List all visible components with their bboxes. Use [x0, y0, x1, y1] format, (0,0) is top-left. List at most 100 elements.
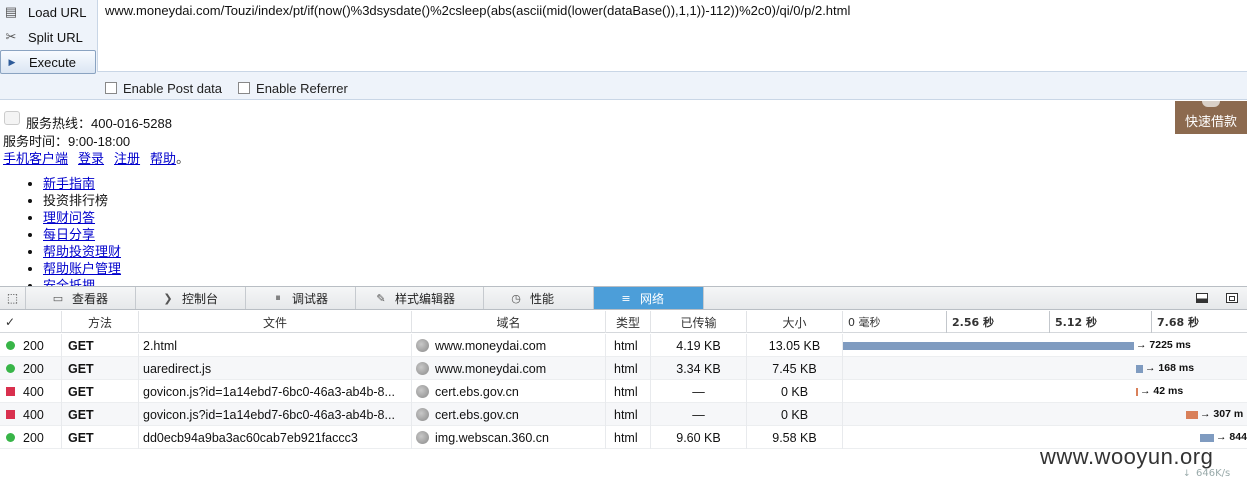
- status-error-icon: [6, 387, 15, 396]
- header-status[interactable]: ✓: [0, 311, 62, 333]
- enable-post-checkbox[interactable]: Enable Post data: [105, 81, 222, 96]
- console-icon: ❯: [163, 291, 173, 305]
- table-row[interactable]: 200 GET uaredirect.js www.moneydai.com html 3…: [0, 357, 1247, 380]
- tab-label: 样式编辑器: [395, 291, 456, 306]
- status-error-icon: [6, 410, 15, 419]
- web-page-content: 服务热线：400-016-5288 服务时间：9:00-18:00 手机客户端登…: [0, 101, 1247, 286]
- table-row[interactable]: 400 GET govicon.js?id=1a14ebd7-6bc0-46a3-a…: [0, 403, 1247, 426]
- timeline-tick-line: [1049, 311, 1050, 333]
- header-size[interactable]: 大小: [747, 311, 843, 333]
- mobile-client-link[interactable]: 手机客户端: [3, 151, 68, 166]
- timeline-cell: → 42 ms: [843, 380, 1247, 403]
- file-cell: dd0ecb94a9ba3ac60cab7eb921faccc3: [139, 426, 412, 449]
- table-row[interactable]: 400 GET govicon.js?id=1a14ebd7-6bc0-46a3-a…: [0, 380, 1247, 403]
- timing-label: → 168 ms: [1145, 362, 1195, 374]
- tab-label: 调试器: [292, 291, 329, 306]
- execute-button[interactable]: ▶ Execute: [0, 50, 96, 74]
- menu-link-daily-share[interactable]: 每日分享: [43, 227, 95, 242]
- header-timeline[interactable]: 0 毫秒 2.56 秒 5.12 秒 7.68 秒: [843, 311, 1247, 333]
- network-speed: 646K/s: [1196, 468, 1231, 479]
- login-link[interactable]: 登录: [78, 151, 104, 166]
- help-link[interactable]: 帮助: [150, 151, 176, 166]
- menu-item[interactable]: 新手指南: [43, 175, 121, 192]
- tab-inspector[interactable]: ▭ 查看器: [26, 287, 136, 309]
- menu-item[interactable]: 每日分享: [43, 226, 121, 243]
- timing-bar: [843, 342, 1134, 350]
- style-editor-icon: ✎: [376, 291, 386, 305]
- url-textarea[interactable]: www.moneydai.com/Touzi/index/pt/if(now()…: [97, 0, 1247, 72]
- method-cell: GET: [62, 334, 139, 357]
- post-checkbox-box[interactable]: [105, 82, 117, 94]
- timeline-tick-2: 5.12 秒: [1055, 316, 1097, 329]
- split-url-label: Split URL: [28, 29, 83, 45]
- menu-item[interactable]: 帮助投资理财: [43, 243, 121, 260]
- transferred-cell: —: [651, 403, 747, 426]
- globe-icon: [416, 408, 429, 421]
- domain-cell: www.moneydai.com: [412, 357, 606, 380]
- header-method[interactable]: 方法: [62, 311, 139, 333]
- load-url-button[interactable]: ▤ Load URL: [0, 0, 96, 24]
- header-file[interactable]: 文件: [139, 311, 412, 333]
- size-cell: 13.05 KB: [747, 334, 843, 357]
- help-menu-list: 新手指南 投资排行榜 理财问答 每日分享 帮助投资理财 帮助账户管理 安全抵押: [30, 175, 121, 286]
- referrer-checkbox-box[interactable]: [238, 82, 251, 94]
- type-cell: html: [606, 426, 651, 449]
- timeline-cell: → 168 ms: [843, 357, 1247, 380]
- menu-link-secure-mortgage[interactable]: 安全抵押: [43, 278, 95, 286]
- dock-toggle-icon[interactable]: [1187, 287, 1217, 309]
- detach-window-icon[interactable]: [1217, 287, 1247, 309]
- broken-image-icon: [4, 111, 20, 125]
- header-domain[interactable]: 域名: [412, 311, 606, 333]
- method-cell: GET: [62, 426, 139, 449]
- menu-link-help-account[interactable]: 帮助账户管理: [43, 261, 121, 276]
- table-row[interactable]: 200 GET 2.html www.moneydai.com html 4.19 KB 1…: [0, 334, 1247, 357]
- status-cell: 200: [0, 426, 62, 449]
- size-cell: 9.58 KB: [747, 426, 843, 449]
- header-type[interactable]: 类型: [606, 311, 651, 333]
- network-request-list: 200 GET 2.html www.moneydai.com html 4.19 KB 1…: [0, 334, 1247, 454]
- tab-label: 性能: [530, 291, 555, 306]
- menu-item[interactable]: 帮助账户管理: [43, 260, 121, 277]
- status-cell: 200: [0, 334, 62, 357]
- file-cell: uaredirect.js: [139, 357, 412, 380]
- menu-item[interactable]: 理财问答: [43, 209, 121, 226]
- quick-loan-button[interactable]: 快速借款: [1175, 101, 1247, 134]
- size-cell: 0 KB: [747, 403, 843, 426]
- timing-bar: [1186, 411, 1198, 419]
- domain-cell: cert.ebs.gov.cn: [412, 380, 606, 403]
- status-code: 400: [23, 407, 44, 422]
- hackbar-options: Enable Post data Enable Referrer: [105, 80, 364, 96]
- status-cell: 200: [0, 357, 62, 380]
- menu-link-finance-qa[interactable]: 理财问答: [43, 210, 95, 225]
- tab-network[interactable]: ≡ 网络: [594, 287, 704, 309]
- element-picker-icon[interactable]: ⬚: [0, 287, 26, 309]
- execute-label: Execute: [29, 54, 76, 70]
- enable-referrer-checkbox[interactable]: Enable Referrer: [238, 81, 348, 96]
- method-cell: GET: [62, 357, 139, 380]
- status-ok-icon: [6, 433, 15, 442]
- tab-debugger[interactable]: ⏸ 调试器: [246, 287, 356, 309]
- download-arrow-icon: ↓: [1183, 469, 1191, 479]
- load-icon: ▤: [4, 4, 18, 19]
- domain-text: img.webscan.360.cn: [435, 430, 549, 445]
- status-code: 200: [23, 338, 44, 353]
- menu-item[interactable]: 安全抵押: [43, 277, 121, 286]
- domain-cell: img.webscan.360.cn: [412, 426, 606, 449]
- debugger-icon: ⏸: [275, 291, 281, 304]
- timing-bar: [1200, 434, 1214, 442]
- network-table-header: ✓ 方法 文件 域名 类型 已传输 大小 0 毫秒 2.56 秒 5.12 秒 …: [0, 311, 1247, 333]
- register-link[interactable]: 注册: [114, 151, 140, 166]
- menu-link-beginner-guide[interactable]: 新手指南: [43, 176, 95, 191]
- timing-bar: [1136, 365, 1143, 373]
- domain-cell: cert.ebs.gov.cn: [412, 403, 606, 426]
- domain-text: www.moneydai.com: [435, 361, 547, 376]
- status-code: 200: [23, 430, 44, 445]
- tab-performance[interactable]: ◷ 性能: [484, 287, 594, 309]
- tab-console[interactable]: ❯ 控制台: [136, 287, 246, 309]
- header-transferred[interactable]: 已传输: [651, 311, 747, 333]
- menu-text-investment-ranking: 投资排行榜: [43, 193, 109, 208]
- menu-link-help-investing[interactable]: 帮助投资理财: [43, 244, 121, 259]
- hackbar-buttons: ▤ Load URL ✂ Split URL ▶ Execute: [0, 0, 97, 74]
- tab-style-editor[interactable]: ✎ 样式编辑器: [356, 287, 484, 309]
- split-url-button[interactable]: ✂ Split URL: [0, 25, 96, 49]
